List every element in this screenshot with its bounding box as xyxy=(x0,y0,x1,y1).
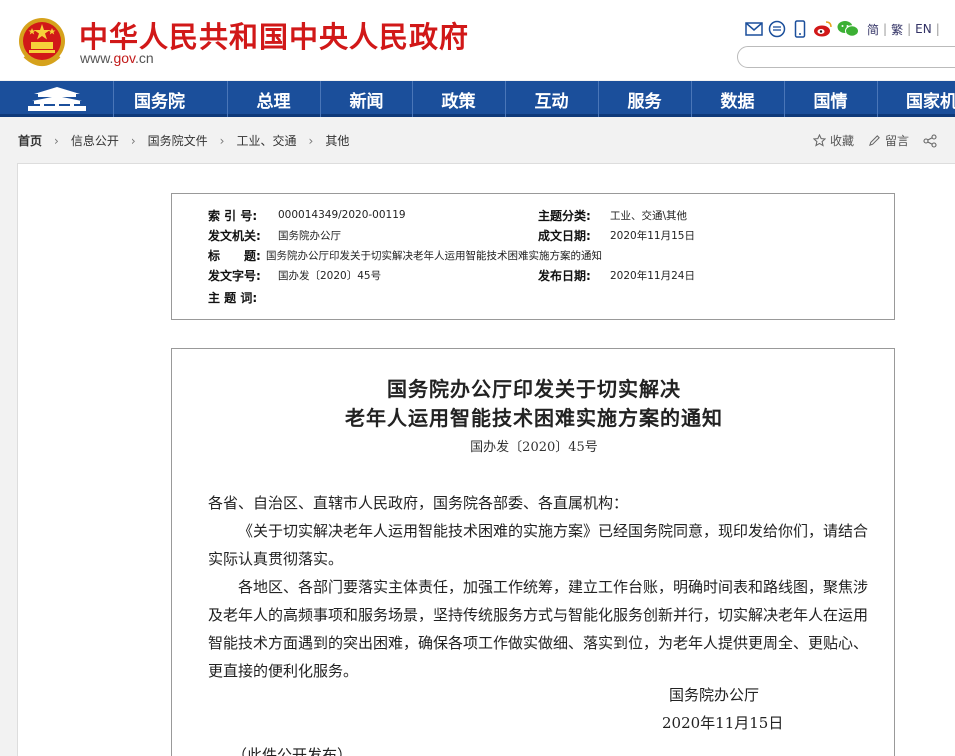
breadcrumb: 首页 › 信息公开 › 国务院文件 › 工业、交通 › 其他 xyxy=(18,132,349,149)
nav-item-interaction[interactable]: 互动 xyxy=(505,81,597,117)
meta-title-label: 标 题: xyxy=(208,248,261,263)
nav-item-premier[interactable]: 总理 xyxy=(227,81,319,117)
document-paragraph: 《关于切实解决老年人运用智能技术困难的实施方案》已经国务院同意，现印发给你们，请… xyxy=(208,522,869,568)
meta-row-index: 索 引 号: 000014349/2020-00119 xyxy=(208,206,406,224)
search-input[interactable] xyxy=(737,46,955,68)
page-actions: 收藏 留言 xyxy=(813,132,941,149)
meta-issuer-value: 国务院办公厅 xyxy=(278,229,341,242)
site-header: 中华人民共和国中央人民政府 www.gov.cn 简 | 繁 | EN | xyxy=(0,0,955,80)
document-publish-note: （此件公开发布） xyxy=(232,746,353,756)
document-salutation: 各省、自治区、直辖市人民政府，国务院各部委、各直属机构： xyxy=(208,494,629,512)
meta-title-value: 国务院办公厅印发关于切实解决老年人运用智能技术困难实施方案的通知 xyxy=(266,249,602,262)
document-sign-date: 2020年11月15日 xyxy=(662,714,784,732)
meta-docnum-value: 国办发〔2020〕45号 xyxy=(278,269,382,282)
meta-row-created: 成文日期: 2020年11月15日 xyxy=(538,226,695,244)
weibo-icon[interactable] xyxy=(813,19,833,39)
domain-main: gov xyxy=(113,50,135,66)
mail-icon[interactable] xyxy=(744,19,764,39)
main-nav: 国务院 总理 新闻 政策 互动 服务 数据 国情 国家机构 xyxy=(0,81,955,117)
meta-index-value: 000014349/2020-00119 xyxy=(278,209,406,221)
meta-issuer-label: 发文机关: xyxy=(208,228,261,243)
share-icon xyxy=(923,133,937,148)
lang-separator: | xyxy=(935,22,940,36)
meta-docnum-label: 发文字号: xyxy=(208,268,261,283)
meta-row-issuer: 发文机关: 国务院办公厅 xyxy=(208,226,341,244)
meta-row-docnum: 发文字号: 国办发〔2020〕45号 xyxy=(208,266,381,284)
favorite-button[interactable]: 收藏 xyxy=(813,132,854,149)
lang-simplified[interactable]: 简 xyxy=(867,21,879,38)
lang-traditional[interactable]: 繁 xyxy=(891,21,903,38)
breadcrumb-separator: › xyxy=(130,133,136,148)
meta-row-published: 发布日期: 2020年11月24日 xyxy=(538,266,695,284)
lang-separator: | xyxy=(883,22,888,36)
favorite-label: 收藏 xyxy=(830,134,855,148)
meta-row-category: 主题分类: 工业、交通\其他 xyxy=(538,206,687,224)
breadcrumb-home[interactable]: 首页 xyxy=(18,132,42,149)
breadcrumb-separator: › xyxy=(308,133,314,148)
nav-item-state-council[interactable]: 国务院 xyxy=(113,81,205,117)
meta-category-value: 工业、交通\其他 xyxy=(610,209,688,222)
lang-english[interactable]: EN xyxy=(915,22,932,36)
pencil-icon xyxy=(869,135,880,146)
domain-prefix: www. xyxy=(80,50,114,66)
mobile-icon[interactable] xyxy=(790,19,810,39)
breadcrumb-separator: › xyxy=(54,133,59,148)
comment-button[interactable]: 留言 xyxy=(868,132,909,149)
document-title-line1: 国务院办公厅印发关于切实解决 xyxy=(387,377,681,401)
lang-separator: | xyxy=(907,22,912,36)
nav-item-data[interactable]: 数据 xyxy=(691,81,783,117)
palace-gate-icon xyxy=(27,87,86,111)
comment-label: 留言 xyxy=(885,134,910,148)
header-tools: 简 | 繁 | EN | xyxy=(744,18,940,40)
star-icon xyxy=(813,134,826,147)
wechat-icon[interactable] xyxy=(836,19,860,39)
document-number: 国办发〔2020〕45号 xyxy=(470,440,598,455)
breadcrumb-industry-transport[interactable]: 工业、交通 xyxy=(236,132,296,149)
meta-index-label: 索 引 号: xyxy=(208,208,258,223)
nav-item-state-organs[interactable]: 国家机构 xyxy=(877,81,955,117)
nav-item-services[interactable]: 服务 xyxy=(598,81,690,117)
meta-category-label: 主题分类: xyxy=(538,208,591,223)
nav-home-link[interactable] xyxy=(0,81,113,117)
share-button[interactable] xyxy=(923,133,941,148)
meta-keywords-label: 主 题 词: xyxy=(208,290,258,305)
nav-item-national-info[interactable]: 国情 xyxy=(784,81,876,117)
nav-item-policy[interactable]: 政策 xyxy=(412,81,504,117)
national-emblem-icon[interactable] xyxy=(17,14,67,70)
meta-row-keywords: 主 题 词: xyxy=(208,288,278,306)
document-paragraph: 各地区、各部门要落实主体责任，加强工作统筹，建立工作台账，明确时间表和路线图，聚… xyxy=(208,578,869,680)
breadcrumb-separator: › xyxy=(219,133,225,148)
content-panel: 索 引 号: 000014349/2020-00119 主题分类: 工业、交通\… xyxy=(17,163,955,756)
meta-created-label: 成文日期: xyxy=(538,228,591,243)
document-body: 国务院办公厅印发关于切实解决 老年人运用智能技术困难实施方案的通知 国办发〔20… xyxy=(171,348,895,756)
breadcrumb-info-disclosure[interactable]: 信息公开 xyxy=(71,132,119,149)
nav-item-news[interactable]: 新闻 xyxy=(320,81,412,117)
document-signature: 国务院办公厅 xyxy=(669,686,760,704)
document-title-line2: 老年人运用智能技术困难实施方案的通知 xyxy=(345,406,723,430)
breadcrumb-state-council-docs[interactable]: 国务院文件 xyxy=(148,132,208,149)
document-metadata-table: 索 引 号: 000014349/2020-00119 主题分类: 工业、交通\… xyxy=(171,193,895,320)
meta-created-value: 2020年11月15日 xyxy=(610,229,695,242)
breadcrumb-other[interactable]: 其他 xyxy=(325,132,349,149)
meta-published-label: 发布日期: xyxy=(538,268,591,283)
meta-published-value: 2020年11月24日 xyxy=(610,269,695,282)
message-icon[interactable] xyxy=(767,19,787,39)
site-domain[interactable]: www.gov.cn xyxy=(80,50,154,66)
meta-row-title: 标 题: 国务院办公厅印发关于切实解决老年人运用智能技术困难实施方案的通知 xyxy=(208,246,602,264)
domain-suffix: .cn xyxy=(135,50,154,66)
